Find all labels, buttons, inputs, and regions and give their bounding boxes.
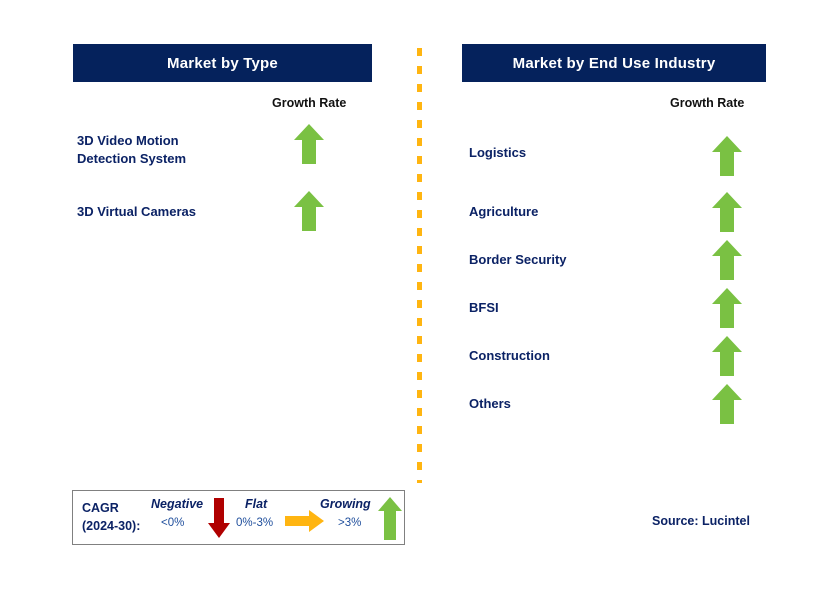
legend-entry-title: Negative — [151, 497, 204, 511]
legend-cagr-label: CAGR (2024-30): — [82, 501, 141, 534]
arrow-up-icon — [711, 287, 743, 334]
arrow-up-icon — [711, 135, 743, 182]
growth-rate-caption-left: Growth Rate — [272, 96, 347, 110]
row-label: Construction — [469, 348, 550, 363]
row-label: Others — [469, 396, 511, 411]
arrow-up-icon — [711, 335, 743, 382]
row-label: 3D Video Motion Detection System — [77, 133, 187, 166]
arrow-right-icon — [284, 509, 325, 538]
row-label: 3D Virtual Cameras — [77, 204, 196, 219]
legend-box: CAGR (2024-30): Negative <0% Flat 0%-3% … — [72, 490, 405, 545]
source-note: Source: Lucintel — [652, 514, 750, 528]
arrow-up-icon — [711, 383, 743, 430]
legend-entry-value: <0% — [161, 517, 185, 529]
column-header-market-by-end-use-industry: Market by End Use Industry — [462, 44, 766, 82]
legend-entry-title: Growing — [320, 497, 371, 511]
slide-canvas: Market by Type Growth Rate 3D Video Moti… — [0, 0, 829, 589]
growth-rate-caption-right: Growth Rate — [670, 96, 745, 110]
arrow-up-icon — [711, 191, 743, 238]
row-label: Border Security — [469, 252, 567, 267]
column-divider — [417, 48, 422, 483]
column-title-right: Market by End Use Industry — [512, 54, 716, 72]
legend-entry-value: 0%-3% — [236, 517, 274, 529]
arrow-up-icon — [711, 239, 743, 286]
arrow-up-icon — [377, 496, 403, 546]
legend-entry-title: Flat — [245, 497, 268, 511]
row-label: BFSI — [469, 300, 499, 315]
arrow-up-icon — [293, 190, 325, 237]
column-title-left: Market by Type — [167, 54, 278, 72]
column-header-market-by-type: Market by Type — [73, 44, 372, 82]
row-label: Agriculture — [469, 204, 539, 219]
row-label: Logistics — [469, 145, 527, 160]
arrow-down-icon — [207, 497, 231, 544]
legend-entry-value: >3% — [338, 517, 362, 529]
arrow-up-icon — [293, 123, 325, 170]
